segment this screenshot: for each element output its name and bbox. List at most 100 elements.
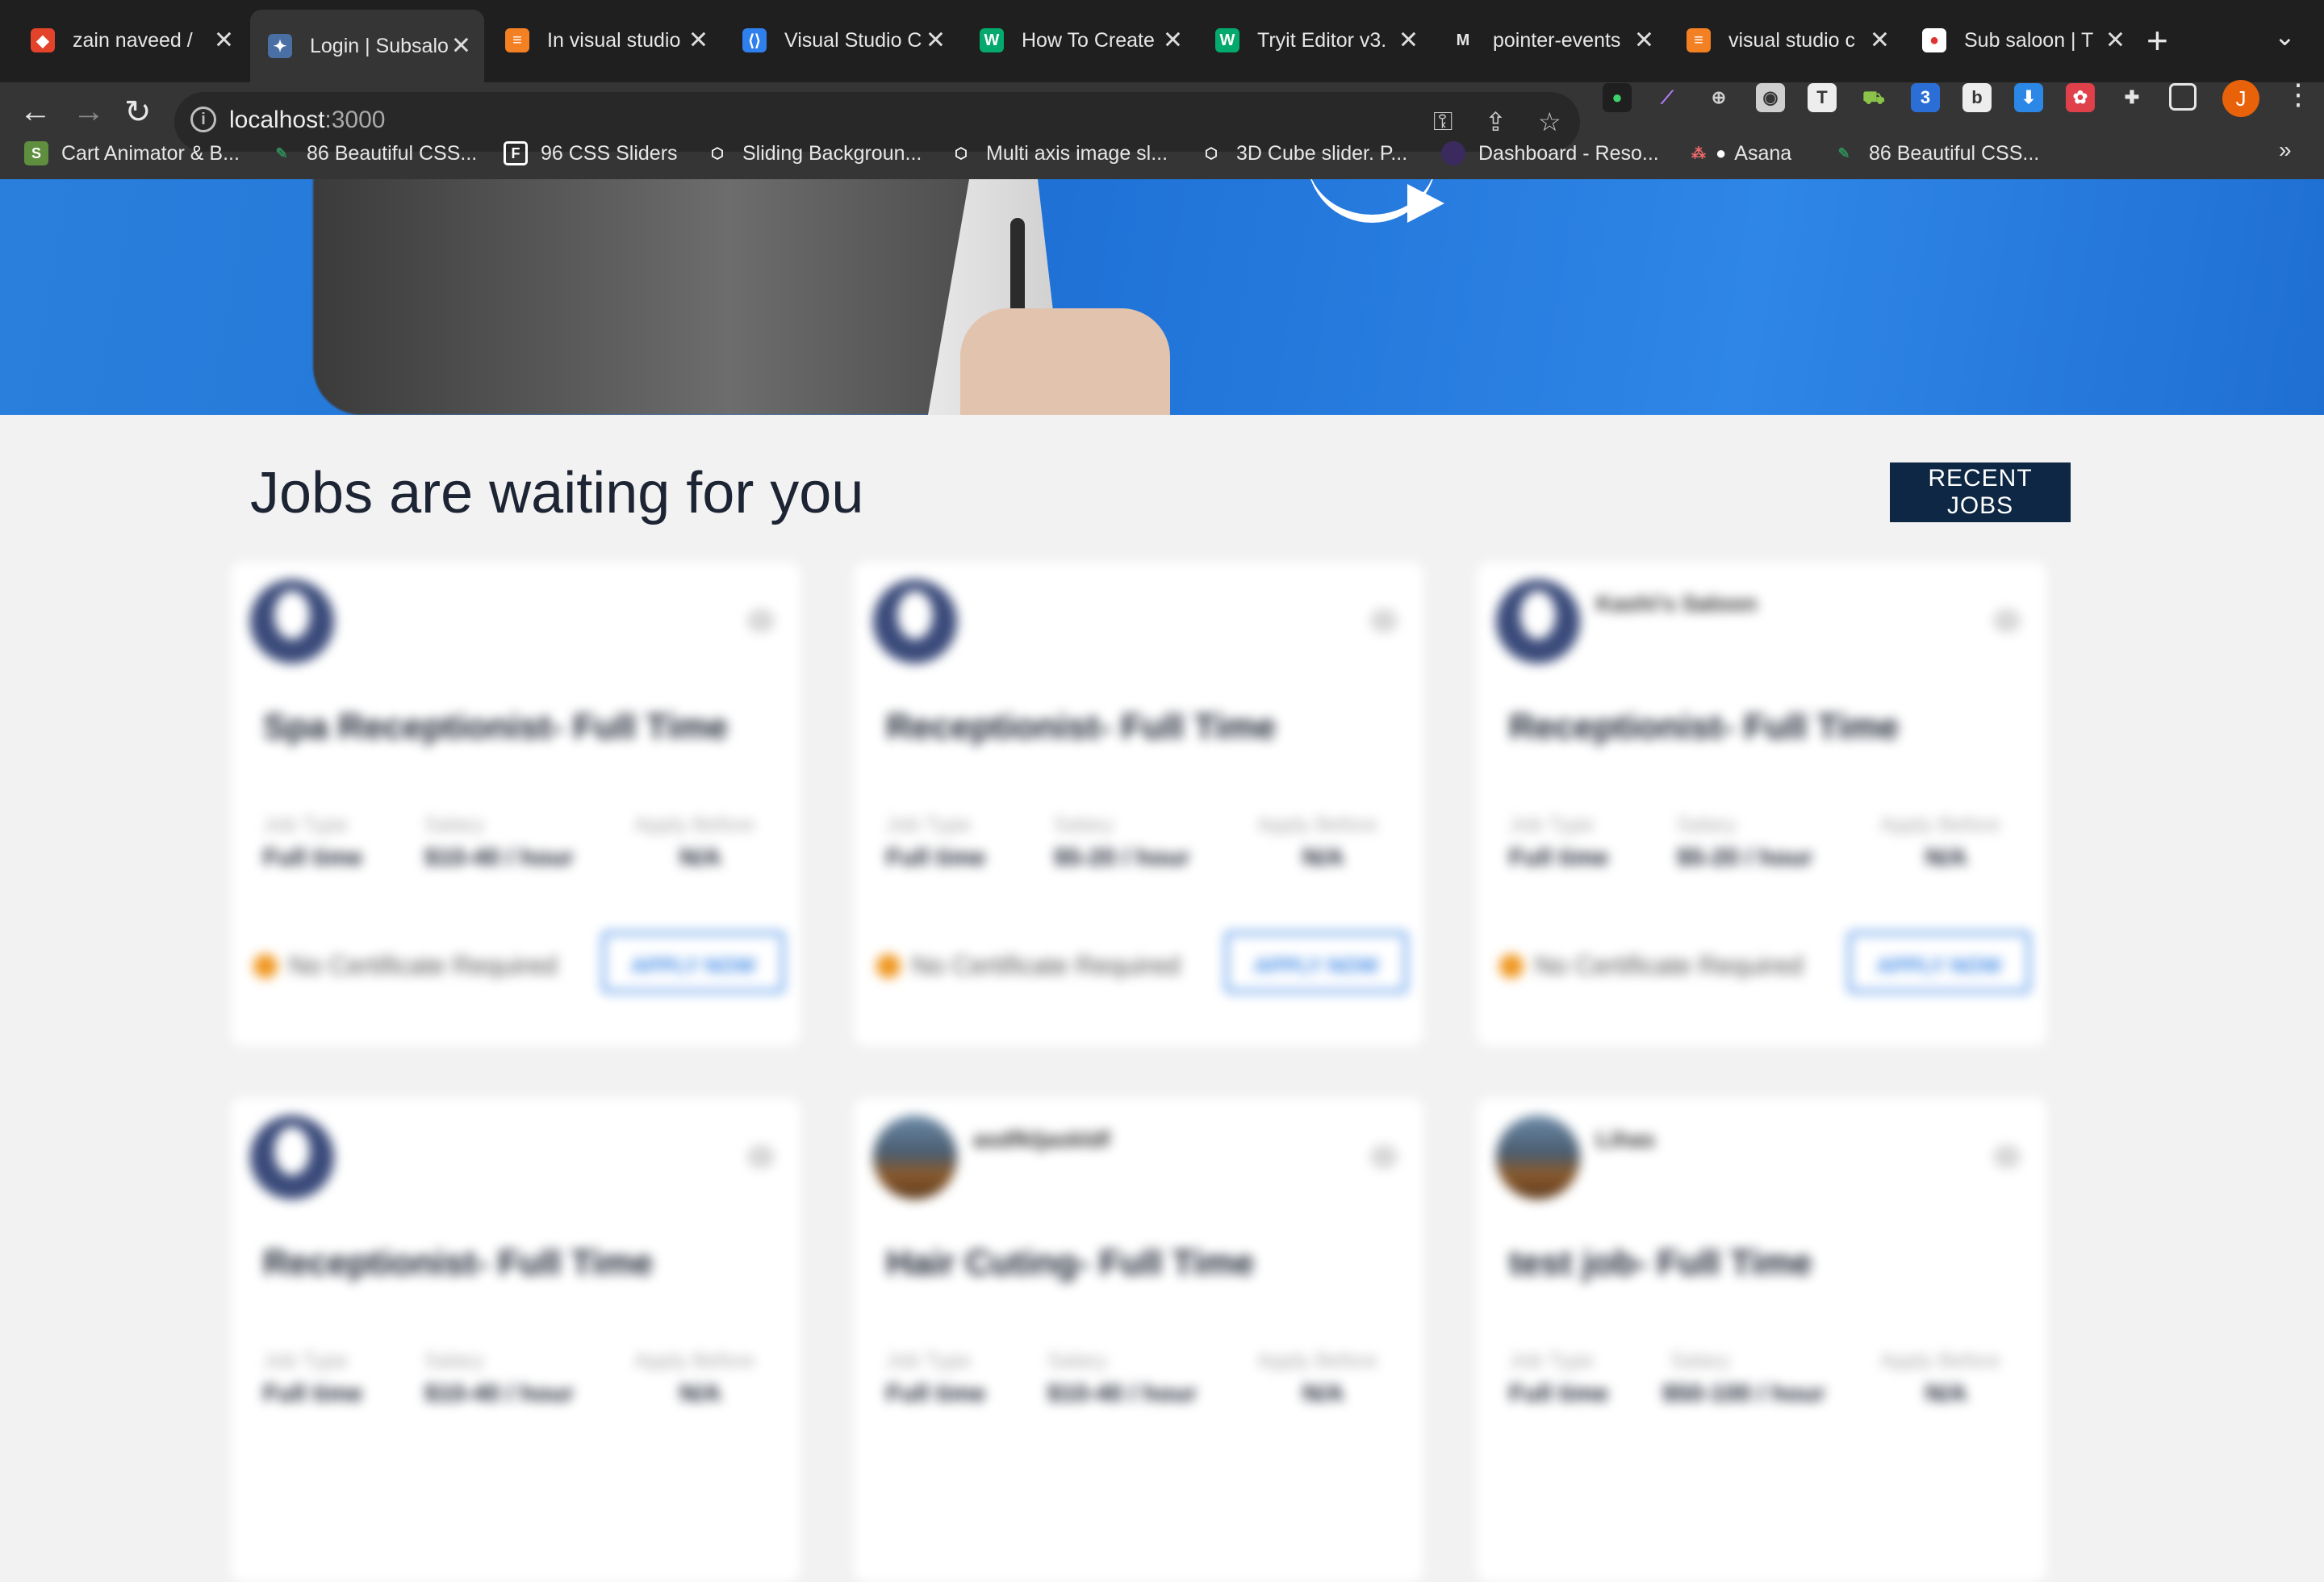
job-cards-grid: Spa Receptionist- Full Time Job Type Sal… [231, 562, 2046, 1582]
tab-stackoverflow-1[interactable]: ≡ In visual studio ✕ [487, 13, 721, 68]
close-icon[interactable]: ✕ [214, 27, 234, 55]
shopify-icon: S [24, 141, 48, 165]
codepen-icon: ⬡ [1205, 144, 1218, 161]
salary-value: $5-20 / hour [1677, 844, 1813, 871]
asana-icon: ⁂ [1691, 144, 1706, 161]
job-type-value: Full time [263, 1380, 363, 1407]
browser-menu-icon[interactable]: ⋮ [2284, 77, 2313, 111]
hero-banner [0, 179, 2324, 415]
new-tab-plus-icon[interactable]: + [2146, 18, 2168, 63]
close-icon[interactable]: ✕ [451, 32, 471, 61]
apply-before-label: Apply Before [1257, 812, 1377, 836]
bookmark-cart-animator[interactable]: S Cart Animator & B... [24, 137, 240, 170]
job-card[interactable]: Lihas test job- Full Time Job Type Salar… [1477, 1098, 2046, 1582]
job-title[interactable]: Receptionist- Full Time [886, 707, 1276, 747]
hero-arrowhead-decoration [1407, 184, 1444, 223]
bookmark-label: 96 CSS Sliders [541, 141, 678, 165]
extension-feather-icon[interactable]: ⟋ [1653, 83, 1682, 112]
job-title[interactable]: Spa Receptionist- Full Time [263, 707, 728, 747]
tab-gitlab[interactable]: ◆ zain naveed / ✕ [13, 13, 247, 68]
job-card[interactable]: Receptionist- Full Time Job Type Salary … [854, 562, 1423, 1046]
bookmark-dashboard[interactable]: Dashboard - Reso... [1441, 137, 1659, 170]
tab-sub-saloon[interactable]: ● Sub saloon | T ✕ [1904, 13, 2138, 68]
extension-cart-icon[interactable]: ⛟ [1859, 83, 1888, 112]
certificate-status-dot [1499, 954, 1524, 978]
bookmark-96-css-sliders[interactable]: F 96 CSS Sliders [504, 137, 678, 170]
extension-text-icon[interactable]: T [1808, 83, 1837, 112]
job-type-value: Full time [886, 844, 986, 871]
apply-now-button[interactable]: APPLY NOW [1225, 931, 1407, 993]
apply-before-value: N/A [679, 844, 721, 871]
job-card[interactable]: Receptionist- Full Time Job Type Salary … [231, 1098, 800, 1582]
extension-download-icon[interactable]: ⬇ [2014, 83, 2043, 112]
job-title[interactable]: Receptionist- Full Time [263, 1243, 653, 1283]
apply-now-button[interactable]: APPLY NOW [1848, 931, 2030, 993]
codepen-icon: ⬡ [711, 144, 724, 161]
job-type-label: Job Type [1509, 812, 1595, 836]
side-panel-icon[interactable] [2169, 83, 2197, 111]
reload-icon[interactable]: ↻ [124, 94, 152, 131]
certificate-status-dot [253, 954, 278, 978]
site-favicon-icon: ✦ [268, 34, 292, 58]
section-title: Jobs are waiting for you [250, 461, 864, 525]
bookmark-86-css[interactable]: ✎ 86 Beautiful CSS... [270, 137, 477, 170]
close-icon[interactable]: ✕ [1870, 27, 1890, 55]
tab-pointer-events[interactable]: M pointer-events ✕ [1433, 13, 1667, 68]
favorite-heart-icon[interactable] [1993, 609, 2021, 633]
favorite-heart-icon[interactable] [747, 609, 775, 633]
job-title[interactable]: Receptionist- Full Time [1509, 707, 1899, 747]
tab-how-to-create[interactable]: W How To Create ✕ [962, 13, 1196, 68]
salary-value: $10-40 / hour [1047, 1380, 1198, 1407]
close-icon[interactable]: ✕ [926, 27, 946, 55]
forward-arrow-icon[interactable]: → [73, 94, 105, 130]
extension-camera-icon[interactable]: ◉ [1756, 83, 1785, 112]
codepen-icon: ⬡ [955, 144, 968, 161]
bookmarks-overflow-chevron-icon[interactable]: » [2279, 137, 2292, 163]
job-title[interactable]: Hair Cuting- Full Time [886, 1243, 1254, 1283]
close-icon[interactable]: ✕ [1163, 27, 1183, 55]
bookmark-sliding-background[interactable]: ⬡ Sliding Backgroun... [705, 137, 922, 170]
extension-red-icon[interactable]: ✿ [2066, 83, 2095, 112]
extensions-puzzle-icon[interactable]: ✚ [2117, 83, 2146, 112]
bookmarks-bar: S Cart Animator & B... ✎ 86 Beautiful CS… [0, 129, 2324, 179]
extension-css-icon[interactable]: 3 [1911, 83, 1940, 112]
close-icon[interactable]: ✕ [688, 27, 708, 55]
favorite-heart-icon[interactable] [747, 1145, 775, 1169]
tab-tryit-editor[interactable]: W Tryit Editor v3. ✕ [1198, 13, 1432, 68]
bookmark-86-css-2[interactable]: ✎ 86 Beautiful CSS... [1832, 137, 2039, 170]
bookmark-multi-axis-slider[interactable]: ⬡ Multi axis image sl... [949, 137, 1168, 170]
hero-hand-image [960, 308, 1170, 415]
close-icon[interactable]: ✕ [1398, 27, 1419, 55]
job-card[interactable]: Spa Receptionist- Full Time Job Type Sal… [231, 562, 800, 1046]
tab-search-chevron-icon[interactable]: ⌄ [2274, 21, 2296, 52]
certificate-status-dot [876, 954, 901, 978]
back-arrow-icon[interactable]: ← [19, 94, 52, 130]
favorite-heart-icon[interactable] [1993, 1145, 2021, 1169]
extension-green-icon[interactable]: ● [1603, 83, 1632, 112]
bookmark-3d-cube-slider[interactable]: ⬡ 3D Cube slider. P... [1199, 137, 1407, 170]
apply-before-value: N/A [1302, 844, 1344, 871]
tab-stackoverflow-2[interactable]: ≡ visual studio c ✕ [1669, 13, 1903, 68]
favorite-heart-icon[interactable] [1370, 1145, 1398, 1169]
tab-login-subsalon[interactable]: ✦ Login | Subsalo ✕ [250, 10, 484, 82]
favorite-heart-icon[interactable] [1370, 609, 1398, 633]
bookmark-asana[interactable]: ⁂ ● Asana [1687, 137, 1791, 170]
job-title[interactable]: test job- Full Time [1509, 1243, 1812, 1283]
close-icon[interactable]: ✕ [2105, 27, 2125, 55]
salon-avatar [873, 580, 957, 663]
apply-before-label: Apply Before [1257, 1348, 1377, 1372]
profile-avatar[interactable]: J [2222, 80, 2259, 117]
job-card[interactable]: asdfkljaskldf Hair Cuting- Full Time Job… [854, 1098, 1423, 1582]
extension-b-icon[interactable]: b [1962, 83, 1992, 112]
job-type-label: Job Type [886, 1348, 972, 1372]
job-type-label: Job Type [263, 1348, 349, 1372]
apply-now-button[interactable]: APPLY NOW [602, 931, 784, 993]
extension-globe-icon[interactable]: ⊕ [1704, 83, 1733, 112]
salon-name: Kashi's Saloon [1596, 591, 1758, 616]
salary-label: Salary [424, 1348, 484, 1372]
recent-jobs-button[interactable]: RECENT JOBS [1890, 462, 2071, 522]
close-icon[interactable]: ✕ [1634, 27, 1654, 55]
apply-before-value: N/A [679, 1380, 721, 1407]
job-card[interactable]: Kashi's Saloon Receptionist- Full Time J… [1477, 562, 2046, 1046]
tab-vscode[interactable]: ⟨⟩ Visual Studio C ✕ [725, 13, 959, 68]
